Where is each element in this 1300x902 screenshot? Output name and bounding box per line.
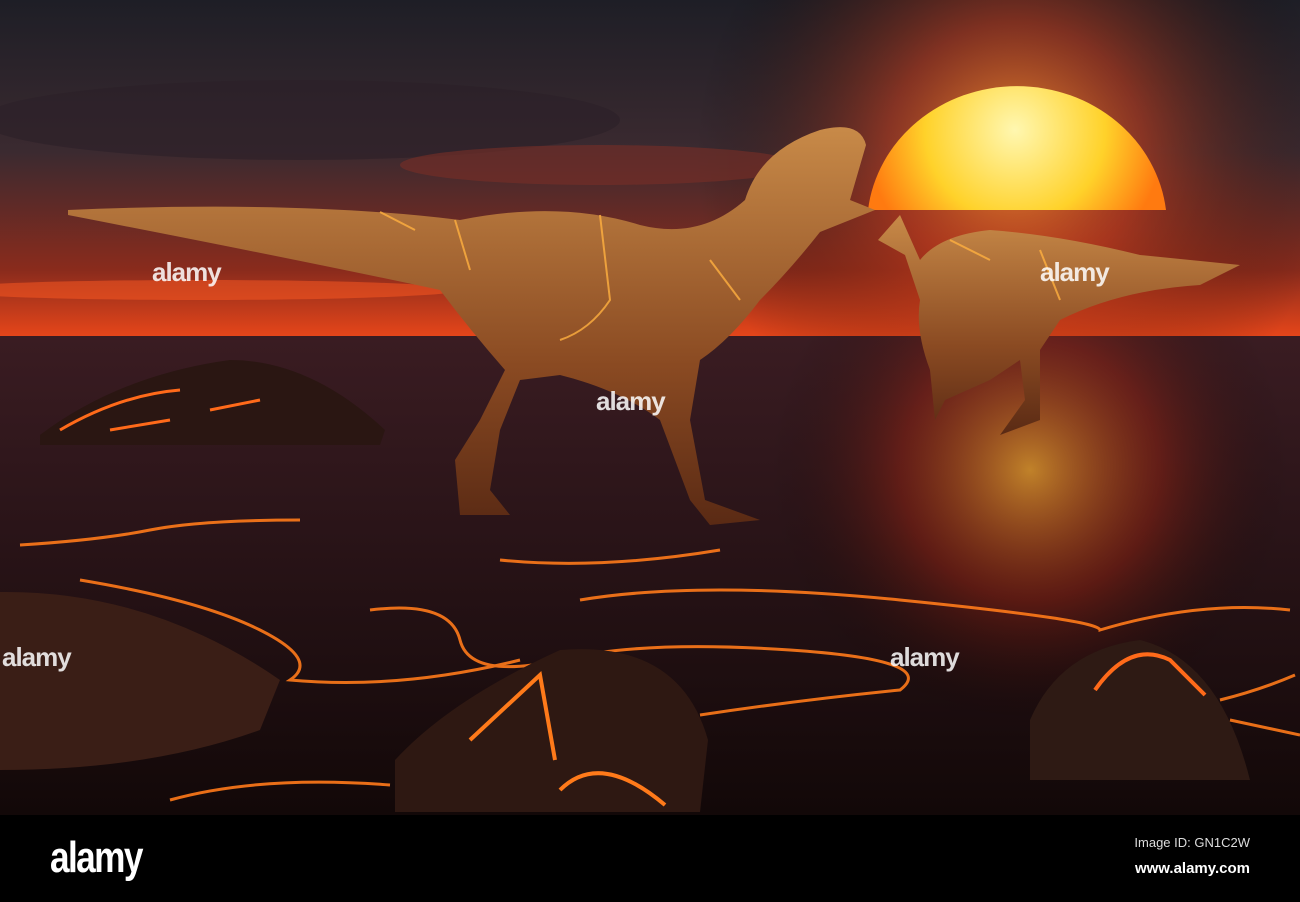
website-link: www.alamy.com [1134,860,1250,877]
watermark: alamy [596,386,666,416]
watermark: alamy [2,642,72,672]
watermark: alamy [890,642,960,672]
image-id: Image ID: GN1C2W [1134,835,1250,850]
watermark: alamy [152,257,222,287]
alamy-logo: alamy [50,833,143,882]
volcanic-dinosaur-scene: alamy alamy alamy alamy alamy [0,0,1300,815]
watermark: alamy [1040,257,1110,287]
footer-bar: alamy Image ID: GN1C2W www.alamy.com [0,815,1300,902]
